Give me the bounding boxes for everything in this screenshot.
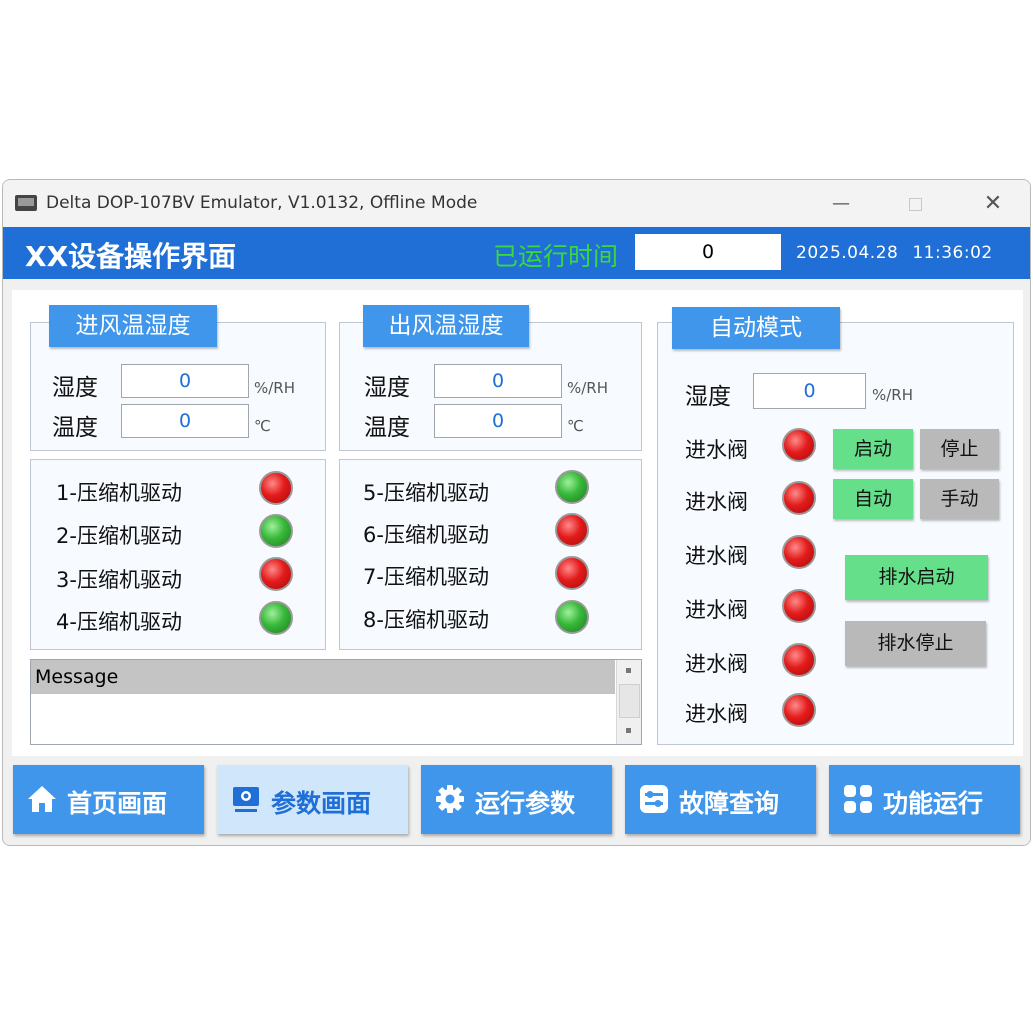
message-header: Message	[31, 660, 615, 694]
nav-function-run-label: 功能运行	[883, 789, 984, 818]
compressor-6-indicator	[555, 513, 589, 547]
auto-mode-title: 自动模式	[672, 307, 840, 349]
compressor-8-label: 8-压缩机驱动	[363, 608, 489, 632]
auto-humidity-label: 湿度	[685, 384, 731, 410]
auto-humidity-value[interactable]: 0	[753, 373, 866, 409]
inlet-humidity-unit: %/RH	[254, 379, 296, 397]
datetime: 2025.04.28 11:36:02	[796, 243, 1007, 263]
compressor-4-label: 4-压缩机驱动	[56, 610, 182, 634]
scroll-thumb[interactable]	[619, 684, 640, 718]
time-display: 11:36:02	[912, 243, 993, 263]
compressor-1-indicator	[259, 471, 293, 505]
drain-stop-button[interactable]: 排水停止	[845, 621, 986, 666]
compressor-4-indicator	[259, 601, 293, 635]
valve-3-indicator	[782, 535, 816, 569]
compressor-2-indicator	[259, 514, 293, 548]
compressor-7-indicator	[555, 556, 589, 590]
scroll-up-icon[interactable]	[626, 668, 631, 673]
compressor-8-indicator	[555, 600, 589, 634]
message-scrollbar[interactable]	[616, 660, 641, 744]
page-title: XX设备操作界面	[25, 240, 237, 273]
compressor-2-label: 2-压缩机驱动	[56, 524, 182, 548]
nav-params-label: 参数画面	[271, 789, 372, 818]
title-bar: Delta DOP-107BV Emulator, V1.0132, Offli…	[3, 180, 1030, 227]
outlet-title: 出风温湿度	[363, 305, 529, 347]
valve-6-label: 进水阀	[685, 702, 748, 726]
compressor-6-label: 6-压缩机驱动	[363, 523, 489, 547]
valve-3-label: 进水阀	[685, 544, 748, 568]
valve-4-indicator	[782, 589, 816, 623]
runtime-value: 0	[635, 234, 781, 270]
apps-icon	[844, 785, 872, 813]
nav-run-params[interactable]: 运行参数	[421, 765, 612, 834]
outlet-humidity-label: 湿度	[364, 375, 410, 401]
valve-2-label: 进水阀	[685, 490, 748, 514]
runtime-label: 已运行时间	[493, 242, 619, 271]
date-display: 2025.04.28	[796, 243, 899, 263]
compressor-3-label: 3-压缩机驱动	[56, 568, 182, 592]
outlet-temp-label: 温度	[364, 415, 410, 441]
app-icon	[15, 195, 37, 211]
maximize-icon	[909, 198, 922, 211]
window-title: Delta DOP-107BV Emulator, V1.0132, Offli…	[46, 193, 478, 213]
close-button[interactable]: ✕	[973, 186, 1013, 222]
inlet-title: 进风温湿度	[49, 305, 217, 347]
compressor-7-label: 7-压缩机驱动	[363, 565, 489, 589]
maximize-button[interactable]	[895, 186, 935, 222]
inlet-humidity-label: 湿度	[52, 375, 98, 401]
valve-1-indicator	[782, 428, 816, 462]
inlet-temp-unit: ℃	[254, 417, 271, 435]
emulator-window: Delta DOP-107BV Emulator, V1.0132, Offli…	[2, 179, 1031, 846]
monitor-icon	[233, 787, 259, 812]
compressor-3-indicator	[259, 557, 293, 591]
compressor-1-label: 1-压缩机驱动	[56, 481, 182, 505]
manual-button[interactable]: 手动	[920, 479, 999, 519]
stop-button[interactable]: 停止	[920, 429, 999, 469]
nav-home-label: 首页画面	[67, 789, 168, 818]
auto-humidity-unit: %/RH	[872, 386, 914, 404]
outlet-humidity-unit: %/RH	[567, 379, 609, 397]
main-content: 进风温湿度 湿度 0 %/RH 温度 0 ℃ 出风温湿度 湿度 0 %/RH 温…	[12, 290, 1023, 756]
bottom-nav: 首页画面 参数画面 运行参数 故障查询 功能运行	[3, 756, 1030, 845]
nav-fault-query-label: 故障查询	[679, 789, 780, 818]
home-icon	[28, 786, 56, 812]
outlet-humidity-value[interactable]: 0	[434, 364, 562, 398]
message-list[interactable]: Message	[30, 659, 642, 745]
valve-1-label: 进水阀	[685, 438, 748, 462]
scroll-down-icon[interactable]	[626, 728, 631, 733]
auto-button[interactable]: 自动	[833, 479, 913, 519]
nav-fault-query[interactable]: 故障查询	[625, 765, 816, 834]
minimize-button[interactable]: —	[821, 186, 861, 222]
valve-4-label: 进水阀	[685, 598, 748, 622]
nav-function-run[interactable]: 功能运行	[829, 765, 1020, 834]
valve-5-indicator	[782, 643, 816, 677]
sliders-icon	[640, 785, 668, 813]
nav-params[interactable]: 参数画面	[217, 765, 408, 834]
inlet-temp-label: 温度	[52, 415, 98, 441]
drain-start-button[interactable]: 排水启动	[845, 555, 988, 600]
outlet-temp-unit: ℃	[567, 417, 584, 435]
outlet-temp-value[interactable]: 0	[434, 404, 562, 438]
gear-icon	[436, 785, 464, 813]
compressor-5-indicator	[555, 470, 589, 504]
valve-6-indicator	[782, 693, 816, 727]
inlet-humidity-value[interactable]: 0	[121, 364, 249, 398]
inlet-temp-value[interactable]: 0	[121, 404, 249, 438]
valve-2-indicator	[782, 481, 816, 515]
nav-run-params-label: 运行参数	[475, 789, 576, 818]
compressor-5-label: 5-压缩机驱动	[363, 481, 489, 505]
nav-home[interactable]: 首页画面	[13, 765, 204, 834]
start-button[interactable]: 启动	[833, 429, 913, 469]
app-header: XX设备操作界面 已运行时间 0 2025.04.28 11:36:02	[3, 227, 1030, 279]
valve-5-label: 进水阀	[685, 652, 748, 676]
